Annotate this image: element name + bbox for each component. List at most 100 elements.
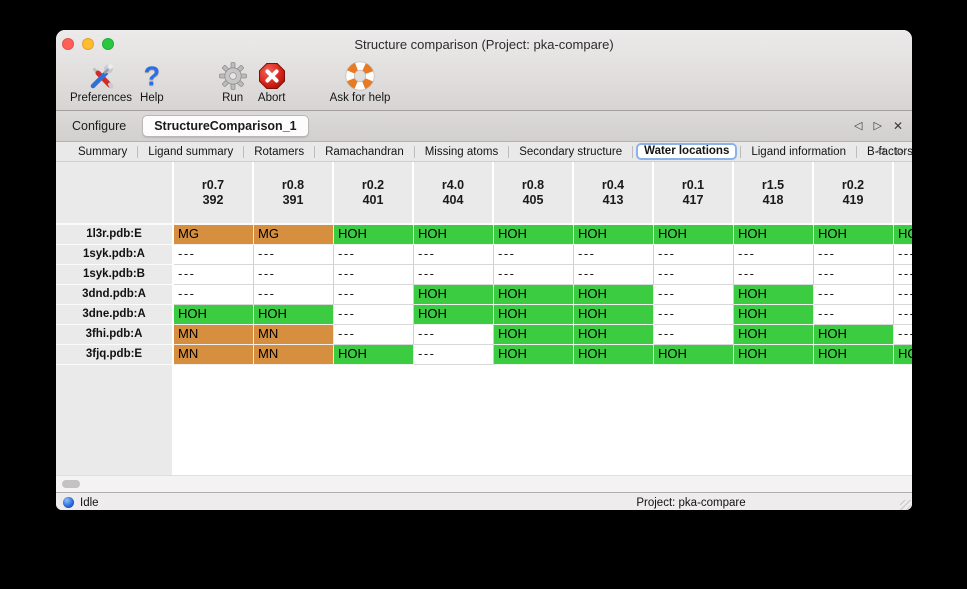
table-cell[interactable]: --- (814, 305, 894, 325)
tab-close-icon[interactable]: ✕ (893, 120, 903, 132)
table-cell[interactable]: HOH (814, 345, 894, 365)
table-cell[interactable]: HOH (494, 225, 574, 245)
table-cell[interactable]: --- (494, 245, 574, 265)
table-cell[interactable]: --- (174, 285, 254, 305)
table-cell[interactable]: HOH (654, 345, 734, 365)
table-cell[interactable]: MN (254, 325, 334, 345)
table-cell[interactable]: HOH (654, 225, 734, 245)
subtab-label: Ramachandran (325, 146, 404, 158)
table-cell[interactable]: HOH (494, 305, 574, 325)
table-cell[interactable]: MG (174, 225, 254, 245)
titlebar[interactable]: Structure comparison (Project: pka-compa… (56, 30, 912, 58)
table-cell[interactable]: --- (654, 305, 734, 325)
table-cell[interactable]: --- (414, 265, 494, 285)
table-cell[interactable]: HOH (814, 325, 894, 345)
subtab-ramachandran[interactable]: Ramachandran (315, 144, 414, 160)
water-locations-table: r0.7 392 r0.8 391 r0.2 401 r4.0 404 r0.8… (56, 162, 912, 475)
table-cell[interactable]: --- (414, 245, 494, 265)
table-cell[interactable]: --- (414, 345, 494, 365)
table-cell[interactable]: HOH (814, 225, 894, 245)
table-cell[interactable]: --- (654, 265, 734, 285)
table-cell[interactable]: --- (894, 285, 912, 305)
horizontal-scrollbar[interactable] (56, 475, 912, 492)
table-cell[interactable]: --- (814, 265, 894, 285)
table-cell[interactable]: HOH (734, 285, 814, 305)
table-cell[interactable]: --- (334, 305, 414, 325)
table-cell[interactable]: HOH (414, 285, 494, 305)
table-cell[interactable]: --- (574, 245, 654, 265)
preferences-button[interactable]: Preferences (70, 58, 132, 105)
table-cell[interactable]: HOH (574, 345, 654, 365)
table-cell[interactable]: --- (254, 285, 334, 305)
table-cell[interactable]: --- (654, 245, 734, 265)
table-cell[interactable]: HOH (414, 305, 494, 325)
subtab-missing-atoms[interactable]: Missing atoms (415, 144, 509, 160)
table-cell[interactable]: --- (414, 325, 494, 345)
table-cell[interactable]: --- (334, 245, 414, 265)
table-cell[interactable]: HOH (494, 345, 574, 365)
scrollbar-thumb[interactable] (62, 480, 80, 488)
table-cell[interactable]: --- (894, 325, 912, 345)
table-cell[interactable]: HOH (574, 225, 654, 245)
subtab-next-arrow-icon[interactable]: ▷ (896, 147, 904, 157)
tab-structurecomparison-1[interactable]: StructureComparison_1 (142, 115, 308, 137)
table-cell[interactable]: --- (574, 265, 654, 285)
table-cell[interactable]: --- (174, 245, 254, 265)
subtab-label: Ligand summary (148, 146, 233, 158)
table-cell[interactable]: MN (254, 345, 334, 365)
table-cell[interactable]: --- (654, 285, 734, 305)
ask-for-help-button[interactable]: Ask for help (330, 58, 391, 105)
table-cell[interactable]: HOH (174, 305, 254, 325)
table-cell[interactable]: --- (734, 245, 814, 265)
table-cell[interactable]: HOH (734, 305, 814, 325)
table-cell[interactable]: --- (734, 265, 814, 285)
table-cell[interactable]: HOH (894, 345, 912, 365)
subtab-prev-arrow-icon[interactable]: ◁ (877, 147, 885, 157)
table-cell[interactable]: HOH (574, 325, 654, 345)
table-cell[interactable]: --- (814, 245, 894, 265)
table-cell[interactable]: HOH (414, 225, 494, 245)
table-cell[interactable]: HOH (574, 285, 654, 305)
status-bar: Idle Project: pka-compare (56, 492, 912, 510)
table-cell[interactable]: HOH (494, 325, 574, 345)
table-cell[interactable]: --- (254, 245, 334, 265)
table-cell[interactable]: --- (894, 305, 912, 325)
table-cell[interactable]: --- (334, 265, 414, 285)
table-cell[interactable]: HOH (894, 225, 912, 245)
table-cell[interactable]: HOH (494, 285, 574, 305)
table-cell[interactable]: --- (494, 265, 574, 285)
subtab-ligand-summary[interactable]: Ligand summary (138, 144, 243, 160)
run-button[interactable]: Run (218, 58, 248, 105)
table-cell[interactable]: MN (174, 325, 254, 345)
table-cell[interactable]: HOH (734, 325, 814, 345)
table-cell[interactable]: --- (894, 265, 912, 285)
table-cell[interactable]: --- (334, 325, 414, 345)
help-button[interactable]: ? Help (140, 58, 164, 105)
table-cell[interactable]: HOH (334, 225, 414, 245)
table-cell[interactable]: --- (254, 265, 334, 285)
abort-button[interactable]: Abort (257, 58, 287, 105)
subtab-summary[interactable]: Summary (68, 144, 137, 160)
table-cell[interactable]: --- (654, 325, 734, 345)
subtab-label: Secondary structure (519, 146, 622, 158)
table-cell[interactable]: --- (894, 245, 912, 265)
subtab-secondary-structure[interactable]: Secondary structure (509, 144, 632, 160)
table-cell[interactable]: HOH (334, 345, 414, 365)
table-cell[interactable]: --- (174, 265, 254, 285)
table-cell[interactable]: HOH (254, 305, 334, 325)
subtab-rotamers[interactable]: Rotamers (244, 144, 314, 160)
tab-next-arrow-icon[interactable]: ▷ (873, 121, 881, 132)
table-cell[interactable]: --- (814, 285, 894, 305)
table-cell[interactable]: MG (254, 225, 334, 245)
table-cell[interactable]: MN (174, 345, 254, 365)
table-cell[interactable]: --- (334, 285, 414, 305)
table-cell[interactable]: HOH (734, 345, 814, 365)
subtab-ligand-information[interactable]: Ligand information (741, 144, 856, 160)
subtab-water-locations[interactable]: Water locations (636, 143, 737, 160)
table-cell[interactable]: HOH (574, 305, 654, 325)
table-cell[interactable]: HOH (734, 225, 814, 245)
resize-grip[interactable] (900, 500, 911, 510)
tab-prev-arrow-icon[interactable]: ◁ (854, 121, 862, 132)
column-header-residue: 417 (683, 193, 704, 208)
tab-configure[interactable]: Configure (56, 119, 140, 133)
